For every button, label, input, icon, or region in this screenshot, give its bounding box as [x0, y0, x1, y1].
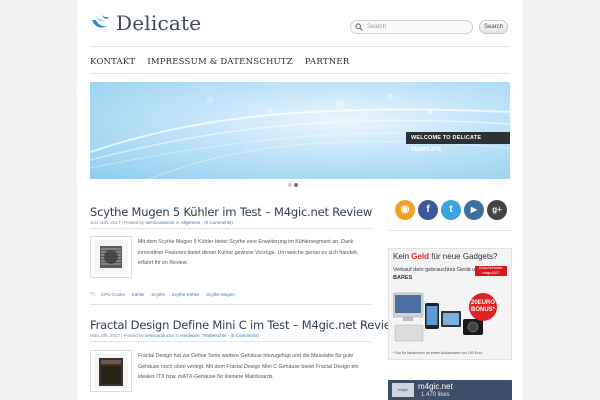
facebook-like-box[interactable]: m4gic m4gic.net 1.470 likes: [388, 380, 512, 400]
cpu-cooler-image: [94, 240, 128, 274]
slider-dot[interactable]: [288, 183, 292, 187]
post-meta: März 8th, 2017 | Posted by semiconductor…: [90, 333, 260, 338]
search-icon: [355, 23, 363, 31]
nav-item-kontakt[interactable]: KONTAKT: [90, 57, 135, 67]
post-posted-by: Posted by: [123, 333, 144, 338]
ad-voucher-badge: Gutscheincode: magic2017: [475, 266, 507, 276]
tag-link[interactable]: CPU-Cooler: [101, 292, 125, 297]
post-excerpt: Mit dem Scythe Mugen 5 Kühler bietet Scy…: [138, 239, 359, 266]
post-in-label: in: [175, 333, 180, 338]
slider-wave-graphic: [90, 94, 510, 179]
ad-bonus-badge: 20EURO BONUS*: [469, 293, 497, 321]
post-meta: Juni 11th, 2017 | Posted by semiconducto…: [90, 220, 233, 225]
fb-page-thumbnail: m4gic: [392, 383, 414, 397]
twitter-icon[interactable]: t: [441, 200, 461, 220]
post-date: Juni 11th, 2017: [90, 220, 121, 225]
post-thumbnail[interactable]: [90, 350, 132, 392]
post-tags: 🏷 CPU-Cooler, Kühler, Scythe, Scythe Küh…: [90, 292, 235, 297]
slider-dot-active[interactable]: [294, 183, 298, 187]
post-date: März 8th, 2017: [90, 333, 121, 338]
featured-slider[interactable]: WELCOME TO DELICATE TEMPLATE: [90, 82, 510, 179]
search-input[interactable]: Search: [350, 20, 473, 34]
post-in-label: in: [175, 220, 180, 225]
rss-icon[interactable]: ◉: [395, 200, 415, 220]
tag-icon: 🏷: [90, 292, 96, 297]
sidebar-divider: [388, 230, 512, 231]
header-divider: [90, 46, 510, 47]
slider-pagination: [288, 183, 300, 187]
nav-item-partner[interactable]: PARTNER: [305, 57, 349, 67]
slider-caption[interactable]: WELCOME TO DELICATE TEMPLATE: [406, 132, 510, 153]
post-category[interactable]: Allgemein: [180, 220, 200, 225]
post-excerpt: Fractal Design hat zur Define Serie weit…: [138, 353, 359, 380]
fb-page-name[interactable]: m4gic.net: [418, 382, 453, 391]
pc-case-image: [94, 354, 128, 388]
fb-like-count: 1.470 likes: [421, 392, 450, 398]
facebook-icon[interactable]: f: [418, 200, 438, 220]
site-logo[interactable]: Delicate: [90, 11, 201, 35]
post-category[interactable]: Hardware: [180, 333, 200, 338]
site-name: Delicate: [116, 11, 202, 35]
main-nav: KONTAKT IMPRESSUM & DATENSCHUTZ PARTNER: [90, 57, 361, 67]
ad-text-bold: BARES: [393, 275, 413, 281]
post-title[interactable]: Fractal Design Define Mini C im Test – M…: [90, 318, 400, 332]
ad-footnote: * Nur für Neukunden ab einem Ankaufswert…: [393, 351, 484, 355]
post-posted-by: Posted by: [124, 220, 145, 225]
page-container: Delicate Search Search KONTAKT IMPRESSUM…: [77, 0, 523, 400]
bird-logo-icon: [92, 15, 109, 28]
post-comments[interactable]: (0 Comments): [231, 333, 260, 338]
post-separator: [90, 304, 372, 305]
ad-gadgets-image: [393, 292, 483, 342]
post-comments[interactable]: (0 Comments): [204, 220, 233, 225]
tag-link[interactable]: Scythe Kühler: [172, 292, 200, 297]
post-category-extra[interactable]: Testberichte: [202, 333, 226, 338]
post-author[interactable]: semiconductor: [145, 333, 174, 338]
post-thumbnail[interactable]: [90, 236, 132, 278]
search-button[interactable]: Search: [479, 20, 508, 34]
nav-item-impressum[interactable]: IMPRESSUM & DATENSCHUTZ: [147, 57, 293, 67]
post-author[interactable]: semiconductor: [145, 220, 174, 225]
ad-headline: Kein Geld für neue Gadgets?: [393, 252, 498, 261]
sidebar-ad-banner[interactable]: Kein Geld für neue Gadgets? Verkauf dein…: [388, 248, 512, 360]
post-divider: [90, 341, 372, 342]
tag-link[interactable]: Kühler: [132, 292, 145, 297]
tag-link[interactable]: Scythe Mugen: [206, 292, 235, 297]
post-divider: [90, 228, 372, 229]
google-plus-icon[interactable]: g+: [487, 200, 507, 220]
tag-link[interactable]: Scythe: [151, 292, 165, 297]
nav-divider: [90, 73, 510, 74]
post-title[interactable]: Scythe Mugen 5 Kühler im Test – M4gic.ne…: [90, 205, 372, 219]
youtube-icon[interactable]: ▶: [464, 200, 484, 220]
